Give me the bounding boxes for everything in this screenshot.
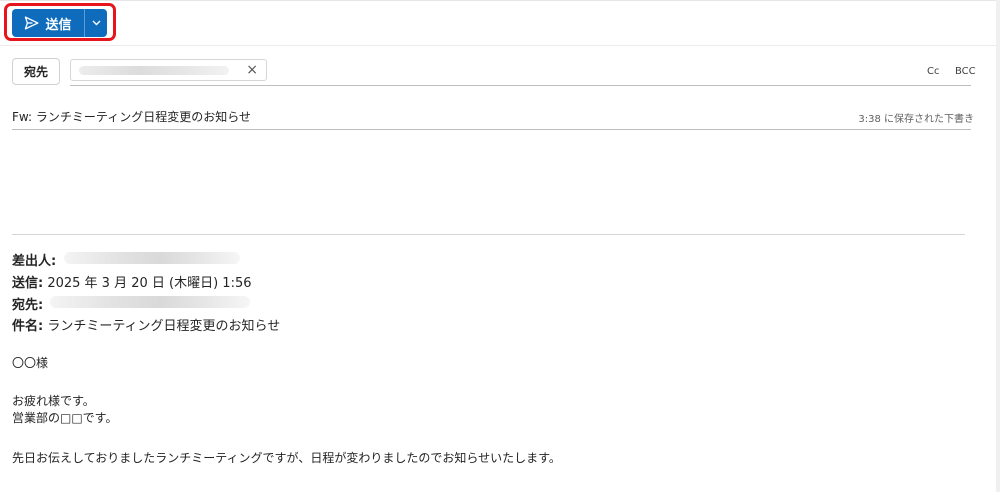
remove-recipient-icon[interactable]: ×: [246, 62, 258, 78]
from-redacted: [64, 252, 240, 264]
recipient-redacted: [79, 66, 229, 75]
forward-subject-line: 件名: ランチミーティング日程変更のお知らせ: [12, 315, 280, 334]
bcc-button[interactable]: BCC: [955, 66, 976, 77]
body-greeting[interactable]: 〇〇様: [12, 354, 48, 371]
cc-button[interactable]: Cc: [927, 66, 939, 77]
to-redacted: [50, 296, 250, 308]
forward-from-line: 差出人:: [12, 250, 56, 269]
forward-to-line: 宛先:: [12, 294, 43, 313]
subject-value: ランチミーティング日程変更のお知らせ: [43, 319, 281, 334]
forward-separator: [12, 234, 965, 235]
to-label: 宛先:: [12, 298, 44, 313]
recipient-chip[interactable]: ×: [70, 59, 267, 81]
toolbar-divider: [0, 45, 996, 46]
subject-label: 件名:: [12, 319, 44, 334]
body-line-2[interactable]: 営業部の□□です。: [12, 409, 117, 426]
forward-sent-line: 送信: 2025 年 3 月 20 日 (木曜日) 1:56: [12, 272, 252, 291]
send-button[interactable]: 送信: [12, 9, 84, 37]
window-top-border: [0, 0, 1000, 1]
body-line-3[interactable]: 先日お伝えしておりましたランチミーティングですが、日程が変わりましたのでお知らせ…: [12, 449, 561, 466]
body-line-1[interactable]: お疲れ様です。: [12, 392, 95, 409]
subject-input[interactable]: Fw: ランチミーティング日程変更のお知らせ: [12, 108, 251, 125]
send-icon: [25, 16, 39, 30]
from-label: 差出人:: [12, 254, 57, 269]
subject-underline: [12, 129, 971, 130]
scrollbar-track[interactable]: [996, 0, 1000, 492]
chevron-down-icon: [92, 20, 100, 26]
to-field-underline: [70, 85, 971, 86]
draft-saved-status: 3:38 に保存された下書き: [858, 114, 974, 125]
send-button-group: 送信: [12, 9, 107, 37]
send-button-label: 送信: [45, 17, 72, 33]
sent-label: 送信:: [12, 276, 44, 291]
send-options-dropdown[interactable]: [85, 9, 107, 37]
sent-value: 2025 年 3 月 20 日 (木曜日) 1:56: [43, 276, 252, 291]
to-button[interactable]: 宛先: [12, 58, 60, 85]
